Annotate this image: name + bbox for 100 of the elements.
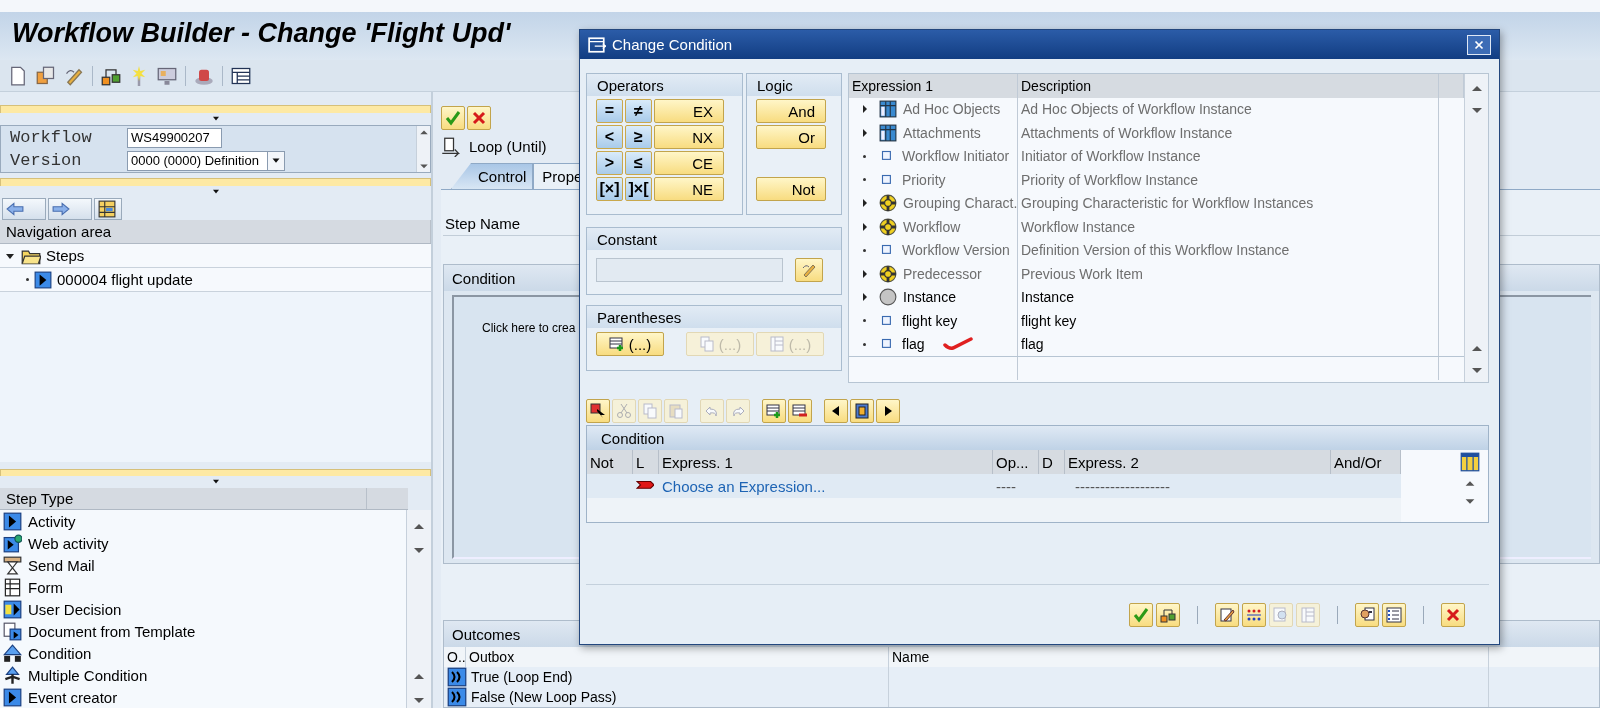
parentheses-button[interactable]: (...) [596, 332, 664, 356]
table-cell: ------------------- [1075, 477, 1170, 495]
step-type-item[interactable]: Send Mail [28, 556, 95, 574]
step-type-item[interactable]: Multiple Condition [28, 666, 148, 684]
tree-item[interactable]: Steps [46, 247, 85, 264]
step-title: Loop (Until) [469, 138, 547, 155]
column-header: Step Type [0, 488, 408, 510]
magnifier-icon [1273, 606, 1289, 623]
pages-icon [698, 336, 715, 352]
insert-row-button[interactable] [762, 399, 786, 423]
step-type-item[interactable]: User Decision [28, 600, 122, 618]
step-type-item[interactable]: Web activity [28, 534, 109, 552]
instance-icon [879, 288, 897, 307]
outbox-icon [447, 667, 467, 687]
expand-arrow-icon[interactable] [863, 293, 867, 302]
forward-arrow-icon [52, 200, 70, 218]
operator-button[interactable]: NE [654, 177, 724, 201]
triangle-left-button[interactable] [824, 399, 848, 423]
edit-button[interactable] [795, 258, 823, 282]
field-label: Version [10, 151, 83, 170]
expression-link[interactable]: Choose an Expression... [662, 477, 826, 495]
column-header: Op... [993, 450, 1039, 474]
question-play-icon [3, 599, 22, 619]
group-title: Constant [597, 230, 658, 248]
logic-button[interactable]: And [756, 99, 826, 123]
object-icon [879, 194, 897, 213]
operator-button[interactable]: < [596, 125, 623, 149]
back-button[interactable] [2, 198, 46, 220]
operator-button[interactable]: EX [654, 99, 724, 123]
table-icon [879, 100, 897, 119]
hint-text[interactable]: Click here to crea [482, 321, 576, 335]
check-button[interactable] [441, 106, 465, 130]
operator-button[interactable]: > [596, 151, 623, 175]
copy-icon[interactable] [36, 65, 56, 86]
forward-button[interactable] [48, 198, 92, 220]
column-header: Expression 1 [849, 74, 1018, 98]
operator-button[interactable]: = [596, 99, 623, 123]
operator-button[interactable]: ≤ [625, 151, 652, 175]
new-document-icon[interactable] [8, 65, 28, 86]
table-cell: Attachments of Workflow Instance [1021, 124, 1233, 141]
operator-button[interactable]: ]×[ [625, 177, 652, 201]
workflow-field[interactable]: WS49900207 [127, 127, 222, 148]
operator-button[interactable]: CE [654, 151, 724, 175]
monitor-icon[interactable] [157, 65, 177, 86]
close-button[interactable] [1467, 34, 1491, 55]
list-icon[interactable] [231, 65, 251, 86]
tree-item[interactable]: flight key [902, 312, 958, 329]
check-icon [445, 110, 461, 126]
hierarchy-button[interactable] [1156, 602, 1180, 627]
tab[interactable]: Control [451, 163, 534, 189]
object-icon [879, 217, 897, 236]
checklist-button[interactable] [1382, 602, 1406, 627]
step-type-item[interactable]: Condition [28, 644, 92, 662]
step-type-item[interactable]: Activity [28, 512, 76, 530]
clipboard-button[interactable] [664, 399, 688, 423]
person-card-icon [1359, 606, 1375, 623]
hierarchy-icon [1160, 606, 1176, 623]
pencil-icon [801, 262, 817, 278]
operator-button[interactable]: ≥ [625, 125, 652, 149]
columns-icon[interactable] [1460, 452, 1480, 472]
table-cell: flag [1021, 336, 1044, 353]
logic-button[interactable]: Not [756, 177, 826, 201]
cancel-button[interactable] [467, 106, 491, 130]
delete-row-button[interactable] [788, 399, 812, 423]
person-card-button[interactable] [1355, 602, 1379, 627]
operator-button[interactable]: [×] [596, 177, 623, 201]
operator-button[interactable]: ≠ [625, 99, 652, 123]
table-cell: Initiator of Workflow Instance [1021, 148, 1201, 165]
check-button[interactable] [1129, 602, 1153, 627]
document-play-icon [3, 621, 22, 641]
step-type-item[interactable]: Document from Template [28, 622, 196, 640]
tree-item[interactable]: flag [902, 336, 925, 353]
fork-icon [3, 643, 22, 663]
edit-page-button[interactable] [1215, 602, 1239, 627]
table-cell: Ad Hoc Objects of Workflow Instance [1021, 101, 1252, 118]
step-type-item[interactable]: Event creator [28, 688, 118, 706]
cancel-button[interactable] [1441, 602, 1465, 627]
frame-button[interactable] [850, 399, 874, 423]
fork-arrows-icon [3, 665, 22, 685]
field-label: Workflow [10, 128, 93, 147]
play-icon [3, 511, 22, 531]
logic-button[interactable]: Or [756, 125, 826, 149]
table-cell: Previous Work Item [1021, 265, 1143, 282]
table-cell: Priority of Workflow Instance [1021, 171, 1199, 188]
step-type-item[interactable]: Form [28, 578, 63, 596]
hourglass-icon [3, 555, 22, 575]
table-icon [879, 123, 897, 142]
window-icon [588, 35, 606, 54]
constant-field[interactable] [596, 258, 783, 282]
table-cell: False (New Loop Pass) [471, 689, 617, 705]
triangle-right-button[interactable] [876, 399, 900, 423]
select-button[interactable] [586, 399, 610, 423]
dots-button[interactable] [1242, 602, 1266, 627]
frame-icon [854, 403, 870, 419]
version-dropdown[interactable]: 0000 (0000) Definition [127, 150, 285, 171]
operator-button[interactable]: NX [654, 125, 724, 149]
play-globe-icon [3, 533, 22, 553]
tree-item[interactable]: Instance [903, 289, 956, 306]
loop-icon [441, 136, 461, 157]
overview-button[interactable] [94, 198, 122, 220]
